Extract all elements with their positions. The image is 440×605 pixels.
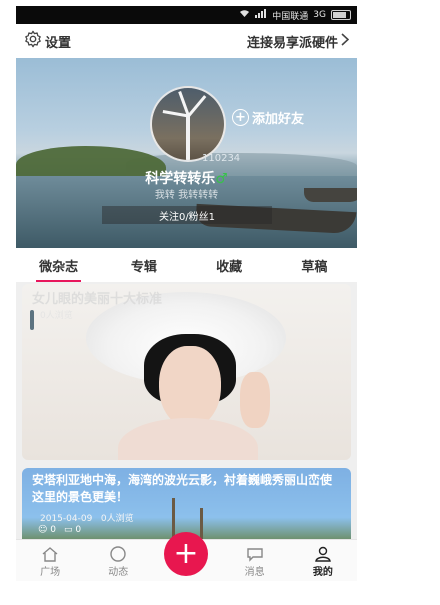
card-meta: 2015-04-09 0人浏览 [40,511,134,524]
create-post-button[interactable]: + [164,532,208,576]
nav-label: 广场 [40,567,61,578]
user-signature: 我转 我转转转 [154,190,219,201]
tab-drafts[interactable]: 草稿 [272,248,357,282]
tab-album[interactable]: 专辑 [101,248,186,282]
settings-label: 设置 [45,35,72,51]
nav-activity[interactable]: 动态 [93,546,143,578]
top-bar: 设置 连接易享派硬件 [16,24,357,58]
nav-plaza[interactable]: 广场 [25,546,75,578]
person-icon [314,546,331,562]
user-id: 110234 [202,153,241,164]
card-counts: ☺ 0 ▭ 0 [38,525,81,535]
connect-hardware-button[interactable]: 连接易享派硬件 [246,32,350,51]
connect-hardware-label: 连接易享派硬件 [246,35,338,51]
carrier-name: 中国联通 [272,11,309,22]
chat-bubble-icon [246,548,263,562]
card-photo-face [159,346,221,428]
plus-circle-icon: + [232,109,249,126]
profile-header: + 添加好友 110234 科学转转乐♂ 我转 我转转转 关注0/粉丝1 [16,58,357,248]
male-icon: ♂ [215,171,228,187]
card-photo-mast [200,508,203,539]
nav-messages[interactable]: 消息 [230,546,280,578]
battery-icon [331,10,351,20]
magazine-card[interactable]: 安塔利亚地中海，海湾的波光云影，衬着巍峨秀丽山峦使这里的景色更美！ 2015-0… [22,468,351,539]
nav-label: 我的 [312,567,333,578]
card-title: 女儿眼的美丽十大标准 [32,292,163,307]
comment-count-value: 0 [75,525,82,535]
tab-favorites[interactable]: 收藏 [187,248,272,282]
username: 科学转转乐♂ [16,168,357,188]
wifi-icon [239,9,250,21]
settings-button[interactable]: 设置 [24,30,71,52]
card-date: 2015-04-09 [40,514,93,524]
magazine-feed: 女儿眼的美丽十大标准 0人浏览 安塔利亚地中海，海湾的波光云影，衬着巍峨秀丽山峦… [16,282,357,539]
tab-micro-magazine[interactable]: 微杂志 [16,248,101,282]
add-friend-button[interactable]: + 添加好友 [232,108,304,127]
gear-icon [24,30,42,52]
nav-label: 消息 [244,567,265,578]
compass-icon [110,546,126,562]
nav-label: 动态 [108,567,129,578]
like-count[interactable]: ☺ 0 [38,525,56,535]
status-bar: 中国联通 3G [16,6,357,24]
add-friend-label: 添加好友 [252,112,305,127]
wind-turbine-tower [186,116,190,160]
magazine-card[interactable]: 女儿眼的美丽十大标准 0人浏览 [22,284,351,460]
card-title: 安塔利亚地中海，海湾的波光云影，衬着巍峨秀丽山峦使这里的景色更美！ [32,473,333,504]
phone-screen: 中国联通 3G 设置 连接易享派硬件 + 添加好友 110234 科学转转乐♂ … [16,6,357,581]
like-count-value: 0 [50,525,56,535]
card-photo-hand [240,372,270,428]
comment-count[interactable]: ▭ 0 [64,525,81,535]
card-views: 0人浏览 [40,311,73,321]
card-accent-bar [30,310,34,330]
like-icon: ☺ [38,525,48,535]
card-photo-body [118,418,258,460]
home-icon [42,547,58,562]
signal-icon [255,9,267,21]
chevron-right-icon [341,32,350,50]
network-type: 3G [313,10,326,20]
wind-turbine-blade [187,95,207,117]
username-text: 科学转转乐 [145,171,216,187]
follow-stats[interactable]: 关注0/粉丝1 [102,206,272,224]
nav-mine[interactable]: 我的 [298,546,348,578]
avatar[interactable] [150,86,226,162]
comment-icon: ▭ [64,525,73,535]
card-views: 0人浏览 [100,514,134,524]
profile-tabs: 微杂志 专辑 收藏 草稿 [16,248,357,282]
